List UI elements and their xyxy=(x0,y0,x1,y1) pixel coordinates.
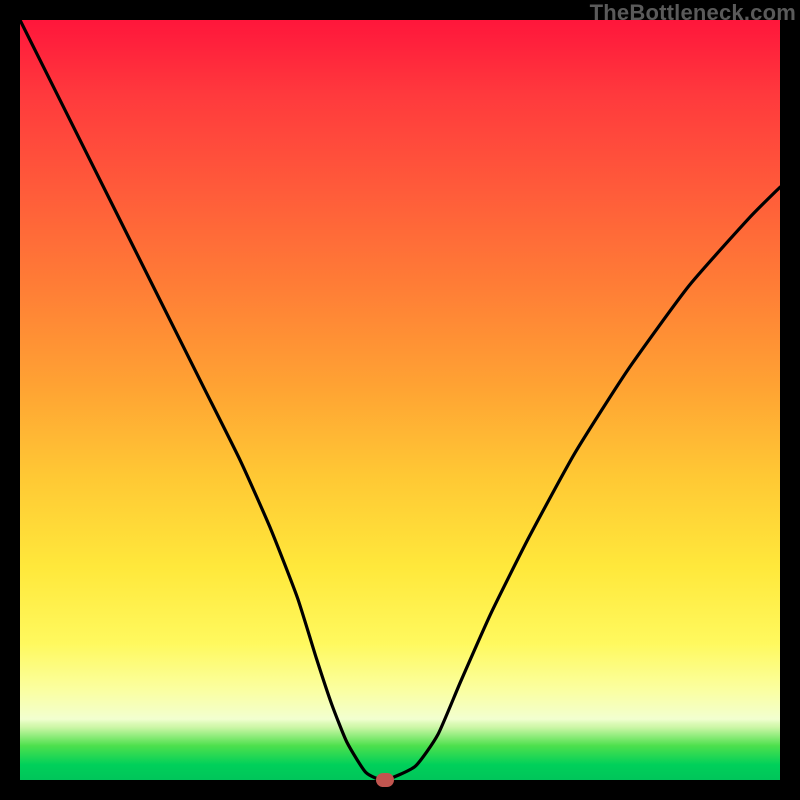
bottleneck-curve xyxy=(20,20,780,780)
chart-frame xyxy=(20,20,780,780)
optimum-marker xyxy=(376,773,394,787)
